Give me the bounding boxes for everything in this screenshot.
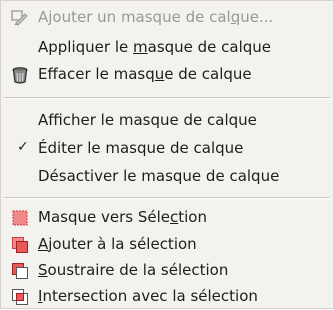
menu-item-edit-layer-mask[interactable]: ✓ Éditer le masque de calque — [1, 136, 333, 162]
menu-item-apply-layer-mask[interactable]: Appliquer le masque de calque — [1, 35, 333, 61]
menu-item-add-layer-mask: Ajouter un masque de calque... — [1, 5, 333, 31]
menu-item-label: Intersection avec la sélection — [38, 287, 258, 305]
menu-item-disable-layer-mask[interactable]: Désactiver le masque de calque — [1, 164, 333, 190]
check-mark-icon: ✓ — [17, 139, 29, 155]
menu-item-mask-to-selection[interactable]: Masque vers Sélection — [1, 205, 333, 231]
menu-item-label: Appliquer le masque de calque — [38, 38, 272, 56]
menu-item-label: Afficher le masque de calque — [38, 111, 257, 129]
menu-item-label: Ajouter un masque de calque... — [38, 8, 274, 26]
menu-separator — [4, 97, 330, 99]
menu-item-label: Masque vers Sélection — [38, 208, 207, 226]
menu-item-delete-layer-mask[interactable]: Effacer le masque de calque — [1, 62, 333, 88]
mask-to-selection-icon — [11, 209, 29, 227]
selection-subtract-icon — [11, 262, 29, 280]
trash-can-icon — [11, 66, 29, 84]
menu-item-label: Éditer le masque de calque — [38, 139, 244, 157]
menu-item-label: Désactiver le masque de calque — [38, 167, 280, 185]
layer-mask-menu: Ajouter un masque de calque... Appliquer… — [0, 0, 334, 309]
menu-separator — [4, 197, 330, 199]
menu-item-subtract-from-selection[interactable]: Soustraire de la sélection — [1, 258, 333, 284]
selection-add-icon — [11, 236, 29, 254]
menu-item-intersect-with-selection[interactable]: Intersection avec la sélection — [1, 284, 333, 310]
add-layer-mask-icon — [11, 9, 29, 27]
menu-item-label: Soustraire de la sélection — [38, 261, 229, 279]
menu-item-label: Effacer le masque de calque — [38, 65, 252, 83]
menu-item-show-layer-mask[interactable]: Afficher le masque de calque — [1, 108, 333, 134]
menu-item-add-to-selection[interactable]: Ajouter à la sélection — [1, 232, 333, 258]
selection-intersect-icon — [11, 288, 29, 306]
menu-item-label: Ajouter à la sélection — [38, 235, 197, 253]
